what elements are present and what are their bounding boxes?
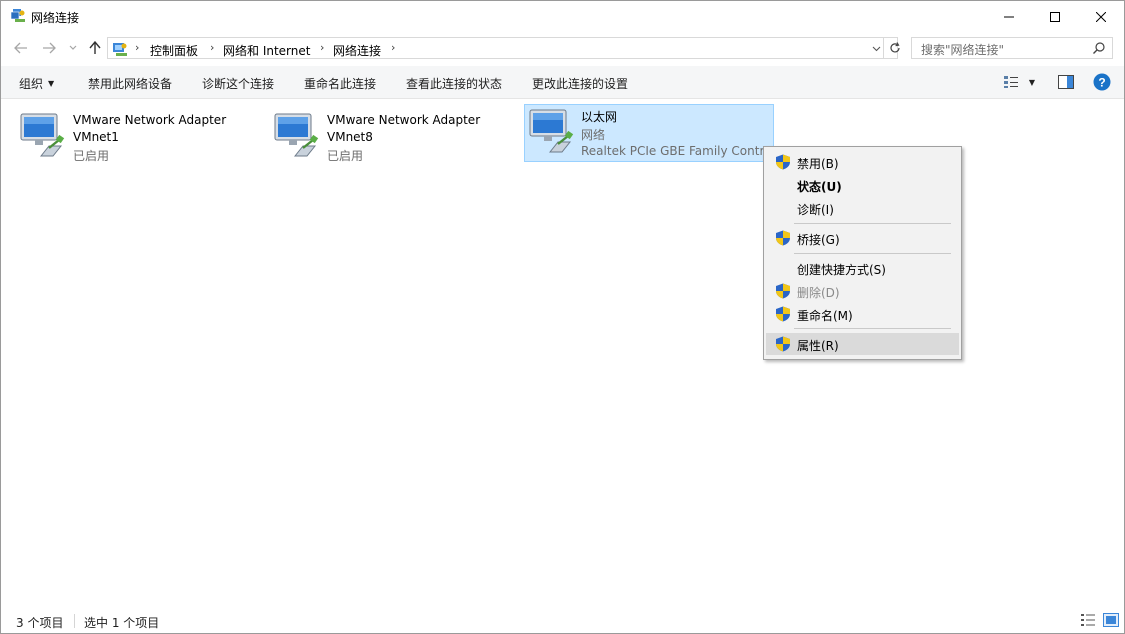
change-view-button[interactable] [1001, 72, 1021, 92]
item-device: VMnet8 [327, 130, 373, 144]
uac-shield-icon [776, 306, 790, 322]
connection-item-vmnet8[interactable]: VMware Network Adapter VMnet8 已启用 [255, 104, 505, 163]
chevron-down-icon [872, 46, 880, 51]
disable-device-button[interactable]: 禁用此网络设备 [88, 75, 172, 92]
uac-shield-icon [776, 336, 790, 352]
item-status: 已启用 [73, 149, 110, 163]
refresh-button[interactable] [883, 38, 906, 58]
breadcrumb-chevron-icon[interactable]: › [320, 41, 324, 54]
menu-label: 重命名(M) [797, 309, 853, 323]
menu-separator [794, 253, 951, 254]
menu-separator [794, 223, 951, 224]
rename-connection-button[interactable]: 重命名此连接 [304, 75, 376, 92]
large-icons-view-icon[interactable] [1103, 613, 1119, 627]
breadcrumb-network-connections[interactable]: 网络连接 [333, 42, 381, 59]
chevron-down-icon [69, 45, 77, 50]
address-bar[interactable]: › 控制面板 › 网络和 Internet › 网络连接 › [107, 37, 900, 59]
item-device: VMnet1 [73, 130, 119, 144]
context-menu: 禁用(B) 状态(U) 诊断(I) 桥接(G) 创建快捷方式(S) 删除(D) [763, 146, 962, 360]
network-adapter-icon [274, 113, 319, 157]
item-name: VMware Network Adapter [73, 113, 227, 127]
item-count: 3 个项目 [16, 616, 64, 630]
close-button[interactable] [1078, 1, 1124, 32]
back-arrow-icon [14, 42, 27, 54]
search-input[interactable]: 搜索"网络连接" [921, 41, 1004, 58]
uac-shield-icon [776, 283, 790, 299]
menu-item-rename[interactable]: 重命名(M) [766, 303, 959, 325]
item-name: VMware Network Adapter [327, 113, 481, 127]
breadcrumb-control-panel[interactable]: 控制面板 [150, 42, 198, 59]
menu-label: 属性(R) [797, 339, 839, 353]
help-button[interactable]: ? [1092, 72, 1112, 92]
command-bar: 组织 ▼ 禁用此网络设备 诊断这个连接 重命名此连接 查看此连接的状态 更改此连接… [1, 66, 1124, 99]
menu-label: 诊断(I) [797, 203, 834, 217]
item-status: 已启用 [327, 149, 364, 163]
details-view-icon[interactable] [1080, 613, 1096, 627]
status-bar: 3 个项目 选中 1 个项目 [1, 608, 1124, 633]
menu-label: 桥接(G) [797, 233, 840, 247]
uac-shield-icon [776, 154, 790, 170]
dropdown-caret-icon: ▼ [48, 79, 55, 88]
menu-item-diagnose[interactable]: 诊断(I) [766, 197, 959, 219]
search-icon[interactable] [1092, 41, 1106, 55]
menu-separator [794, 328, 951, 329]
menu-item-delete: 删除(D) [766, 280, 959, 302]
connection-item-ethernet[interactable]: 以太网 网络 Realtek PCIe GBE Family Contr... [524, 104, 775, 162]
up-arrow-icon [89, 41, 101, 54]
control-panel-icon [113, 43, 127, 56]
menu-label: 删除(D) [797, 286, 840, 300]
menu-item-status[interactable]: 状态(U) [766, 174, 959, 196]
menu-label: 状态(U) [797, 180, 842, 194]
forward-arrow-icon [43, 42, 56, 54]
preview-pane-icon [1058, 75, 1074, 89]
svg-text:?: ? [1098, 76, 1105, 90]
refresh-icon [890, 42, 900, 53]
network-adapter-icon [529, 109, 574, 153]
menu-label: 创建快捷方式(S) [797, 263, 886, 277]
view-options-dropdown[interactable]: ▼ [1025, 72, 1039, 92]
preview-pane-button[interactable] [1056, 72, 1076, 92]
close-icon [1096, 11, 1106, 22]
maximize-button[interactable] [1032, 1, 1078, 32]
breadcrumb-chevron-icon[interactable]: › [210, 41, 214, 54]
menu-item-create-shortcut[interactable]: 创建快捷方式(S) [766, 257, 959, 279]
view-status-button[interactable]: 查看此连接的状态 [406, 75, 502, 92]
item-network: 网络 [581, 128, 606, 142]
back-button[interactable] [13, 39, 29, 57]
view-options-icon [1004, 76, 1018, 88]
item-device: Realtek PCIe GBE Family Contr... [581, 144, 775, 158]
menu-item-disable[interactable]: 禁用(B) [766, 151, 959, 173]
network-connections-icon [10, 9, 25, 22]
window-title: 网络连接 [31, 11, 80, 25]
menu-item-properties[interactable]: 属性(R) [766, 333, 959, 355]
menu-label: 禁用(B) [797, 157, 839, 171]
help-icon: ? [1093, 73, 1111, 91]
recent-locations-button[interactable] [67, 39, 79, 57]
change-settings-button[interactable]: 更改此连接的设置 [532, 75, 628, 92]
up-button[interactable] [87, 39, 103, 57]
navigation-bar: › 控制面板 › 网络和 Internet › 网络连接 › 搜索"网络连接" [1, 35, 1124, 62]
diagnose-connection-button[interactable]: 诊断这个连接 [202, 75, 274, 92]
menu-item-bridge[interactable]: 桥接(G) [766, 227, 959, 249]
selected-count: 选中 1 个项目 [84, 616, 160, 630]
title-bar: 网络连接 [1, 1, 1124, 32]
network-adapter-icon [20, 113, 65, 157]
dropdown-caret-icon: ▼ [1028, 77, 1036, 87]
minimize-button[interactable] [986, 1, 1032, 32]
search-box[interactable]: 搜索"网络连接" [911, 37, 1113, 59]
item-name: 以太网 [581, 110, 618, 124]
organize-label: 组织 [19, 77, 44, 91]
explorer-window: 网络连接 › 控制面板 › 网络和 Internet › 网络连接 › 搜索"网… [0, 0, 1125, 634]
address-history-button[interactable] [869, 41, 883, 56]
organize-menu[interactable]: 组织 ▼ [19, 75, 54, 92]
minimize-icon [1004, 16, 1014, 17]
uac-shield-icon [776, 230, 790, 246]
breadcrumb-chevron-icon: › [135, 41, 140, 54]
forward-button[interactable] [41, 39, 57, 57]
breadcrumb-chevron-icon[interactable]: › [391, 41, 395, 54]
status-divider [74, 614, 75, 628]
connection-item-vmnet1[interactable]: VMware Network Adapter VMnet1 已启用 [1, 104, 251, 163]
maximize-icon [1050, 11, 1060, 22]
breadcrumb-network-internet[interactable]: 网络和 Internet [223, 42, 310, 59]
